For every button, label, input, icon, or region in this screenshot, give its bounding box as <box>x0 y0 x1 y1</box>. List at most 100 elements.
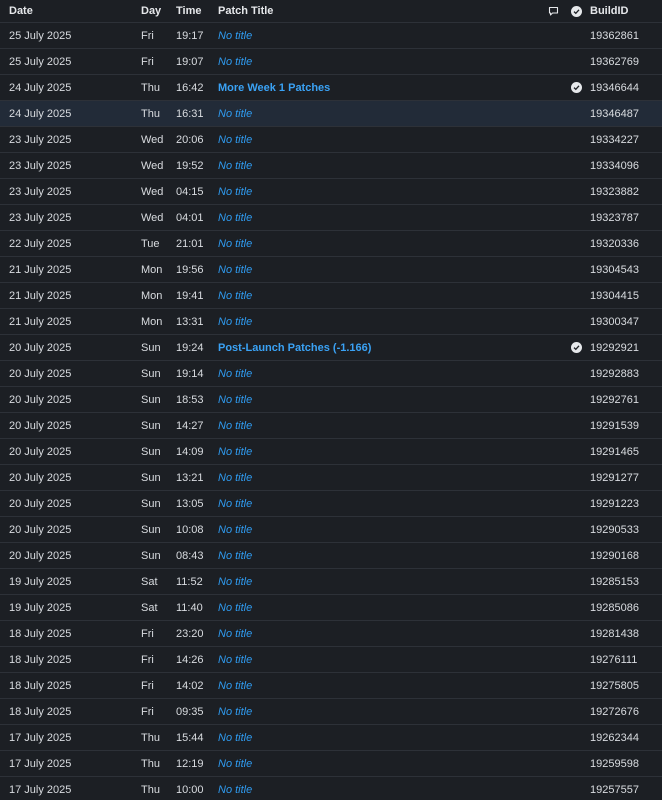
row-time: 21:01 <box>176 237 204 250</box>
no-title-link[interactable]: No title <box>218 576 252 588</box>
row-buildid: 19290168 <box>590 549 639 562</box>
no-title-link[interactable]: No title <box>218 134 252 146</box>
row-time: 14:27 <box>176 419 204 432</box>
table-row[interactable]: 20 July 2025 Sun 18:53 No title 19292761 <box>0 387 662 413</box>
row-time: 12:19 <box>176 757 204 770</box>
no-title-link[interactable]: No title <box>218 732 252 744</box>
no-title-link[interactable]: No title <box>218 186 252 198</box>
table-row[interactable]: 18 July 2025 Fri 14:26 No title 19276111 <box>0 647 662 673</box>
row-buildid: 19281438 <box>590 627 639 640</box>
row-date: 18 July 2025 <box>9 627 72 640</box>
no-title-link[interactable]: No title <box>218 654 252 666</box>
row-date: 23 July 2025 <box>9 159 72 172</box>
row-date: 24 July 2025 <box>9 81 72 94</box>
row-buildid: 19292761 <box>590 393 639 406</box>
table-row[interactable]: 25 July 2025 Fri 19:07 No title 19362769 <box>0 49 662 75</box>
row-patch-title: No title <box>218 212 542 224</box>
row-day: Wed <box>141 159 164 172</box>
table-row[interactable]: 19 July 2025 Sat 11:40 No title 19285086 <box>0 595 662 621</box>
no-title-link[interactable]: No title <box>218 264 252 276</box>
no-title-link[interactable]: No title <box>218 238 252 250</box>
table-row[interactable]: 19 July 2025 Sat 11:52 No title 19285153 <box>0 569 662 595</box>
row-time: 23:20 <box>176 627 204 640</box>
row-time: 19:56 <box>176 263 204 276</box>
header-day[interactable]: Day <box>141 5 176 17</box>
table-row[interactable]: 23 July 2025 Wed 04:15 No title 19323882 <box>0 179 662 205</box>
table-row[interactable]: 25 July 2025 Fri 19:17 No title 19362861 <box>0 23 662 49</box>
table-row[interactable]: 21 July 2025 Mon 19:41 No title 19304415 <box>0 283 662 309</box>
table-row[interactable]: 20 July 2025 Sun 14:27 No title 19291539 <box>0 413 662 439</box>
table-row[interactable]: 20 July 2025 Sun 13:21 No title 19291277 <box>0 465 662 491</box>
no-title-link[interactable]: No title <box>218 758 252 770</box>
header-date[interactable]: Date <box>0 5 141 17</box>
row-buildid: 19346487 <box>590 107 639 120</box>
table-row[interactable]: 24 July 2025 Thu 16:31 No title 19346487 <box>0 101 662 127</box>
table-row[interactable]: 22 July 2025 Tue 21:01 No title 19320336 <box>0 231 662 257</box>
row-date: 20 July 2025 <box>9 471 72 484</box>
table-row[interactable]: 20 July 2025 Sun 10:08 No title 19290533 <box>0 517 662 543</box>
header-patch-title[interactable]: Patch Title <box>218 5 542 17</box>
header-buildid[interactable]: BuildID <box>588 5 662 17</box>
table-row[interactable]: 23 July 2025 Wed 20:06 No title 19334227 <box>0 127 662 153</box>
table-row[interactable]: 20 July 2025 Sun 19:24 Post-Launch Patches … <box>0 335 662 361</box>
table-row[interactable]: 20 July 2025 Sun 08:43 No title 19290168 <box>0 543 662 569</box>
row-patch-title: No title <box>218 108 542 120</box>
table-row[interactable]: 18 July 2025 Fri 23:20 No title 19281438 <box>0 621 662 647</box>
row-buildid: 19362861 <box>590 29 639 42</box>
no-title-link[interactable]: No title <box>218 108 252 120</box>
no-title-link[interactable]: No title <box>218 160 252 172</box>
table-row[interactable]: 24 July 2025 Thu 16:42 More Week 1 Patches 1… <box>0 75 662 101</box>
table-row[interactable]: 18 July 2025 Fri 14:02 No title 19275805 <box>0 673 662 699</box>
row-date: 23 July 2025 <box>9 185 72 198</box>
no-title-link[interactable]: No title <box>218 420 252 432</box>
no-title-link[interactable]: No title <box>218 498 252 510</box>
no-title-link[interactable]: No title <box>218 628 252 640</box>
no-title-link[interactable]: No title <box>218 56 252 68</box>
table-row[interactable]: 21 July 2025 Mon 19:56 No title 19304543 <box>0 257 662 283</box>
row-time: 09:35 <box>176 705 204 718</box>
patch-title-link[interactable]: Post-Launch Patches (-1.166) <box>218 342 371 354</box>
row-buildid: 19362769 <box>590 55 639 68</box>
header-verified[interactable] <box>564 5 588 17</box>
table-row[interactable]: 23 July 2025 Wed 04:01 No title 19323787 <box>0 205 662 231</box>
no-title-link[interactable]: No title <box>218 472 252 484</box>
no-title-link[interactable]: No title <box>218 368 252 380</box>
row-time: 13:21 <box>176 471 204 484</box>
table-row[interactable]: 23 July 2025 Wed 19:52 No title 19334096 <box>0 153 662 179</box>
row-day: Fri <box>141 627 154 640</box>
table-row[interactable]: 17 July 2025 Thu 10:00 No title 19257557 <box>0 777 662 800</box>
row-buildid: 19323882 <box>590 185 639 198</box>
row-date: 20 July 2025 <box>9 341 72 354</box>
table-row[interactable]: 20 July 2025 Sun 14:09 No title 19291465 <box>0 439 662 465</box>
row-patch-title: No title <box>218 186 542 198</box>
no-title-link[interactable]: No title <box>218 290 252 302</box>
row-date: 17 July 2025 <box>9 783 72 796</box>
table-row[interactable]: 21 July 2025 Mon 13:31 No title 19300347 <box>0 309 662 335</box>
comment-icon[interactable] <box>542 6 564 17</box>
table-row[interactable]: 20 July 2025 Sun 19:14 No title 19292883 <box>0 361 662 387</box>
table-row[interactable]: 17 July 2025 Thu 12:19 No title 19259598 <box>0 751 662 777</box>
no-title-link[interactable]: No title <box>218 550 252 562</box>
no-title-link[interactable]: No title <box>218 316 252 328</box>
no-title-link[interactable]: No title <box>218 784 252 796</box>
row-patch-title: No title <box>218 264 542 276</box>
row-buildid: 19292921 <box>590 341 639 354</box>
no-title-link[interactable]: No title <box>218 706 252 718</box>
table-row[interactable]: 20 July 2025 Sun 13:05 No title 19291223 <box>0 491 662 517</box>
no-title-link[interactable]: No title <box>218 524 252 536</box>
no-title-link[interactable]: No title <box>218 602 252 614</box>
header-time[interactable]: Time <box>176 5 218 17</box>
table-row[interactable]: 17 July 2025 Thu 15:44 No title 19262344 <box>0 725 662 751</box>
no-title-link[interactable]: No title <box>218 446 252 458</box>
no-title-link[interactable]: No title <box>218 394 252 406</box>
no-title-link[interactable]: No title <box>218 680 252 692</box>
patch-title-link[interactable]: More Week 1 Patches <box>218 82 330 94</box>
row-day: Fri <box>141 679 154 692</box>
table-row[interactable]: 18 July 2025 Fri 09:35 No title 19272676 <box>0 699 662 725</box>
no-title-link[interactable]: No title <box>218 212 252 224</box>
row-date: 18 July 2025 <box>9 653 72 666</box>
row-patch-title: No title <box>218 160 542 172</box>
row-patch-title: No title <box>218 576 542 588</box>
no-title-link[interactable]: No title <box>218 30 252 42</box>
row-day: Fri <box>141 705 154 718</box>
